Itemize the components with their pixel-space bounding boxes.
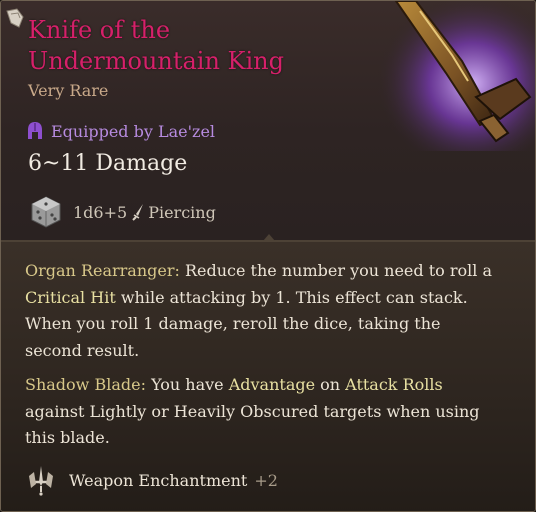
equipped-by-label: Equipped by Lae'zel — [51, 121, 216, 141]
keyword-critical-hit[interactable]: Critical Hit — [25, 288, 116, 307]
damage-type: Piercing — [148, 202, 216, 222]
passive-organ-rearranger: Organ Rearranger: Reduce the number you … — [25, 258, 495, 364]
sword-shield-icon — [29, 466, 53, 496]
passive-text: on — [315, 375, 346, 394]
weapon-enchantment-row: Weapon Enchantment +2 — [25, 463, 278, 497]
helmet-icon — [28, 122, 42, 139]
passive-text: Reduce the number you need to roll a — [179, 261, 492, 280]
corner-tab-icon — [6, 8, 24, 28]
dagger-artwork — [376, 1, 535, 151]
item-rarity: Very Rare — [28, 81, 109, 100]
divider-notch — [263, 234, 275, 241]
item-tooltip: Knife of the Undermountain King Very Rar… — [0, 0, 536, 512]
dagger-icon — [132, 204, 144, 221]
d6-die-icon — [31, 196, 61, 228]
passive-shadow-blade: Shadow Blade: You have Advantage on Atta… — [25, 372, 495, 452]
damage-dice: 1d6+5 — [73, 202, 128, 222]
passive-text: You have — [145, 375, 229, 394]
keyword-attack-rolls[interactable]: Attack Rolls — [345, 375, 443, 394]
item-name: Knife of the Undermountain King — [28, 16, 284, 75]
passive-name: Shadow Blade: — [25, 375, 146, 394]
passive-text: against Lightly or Heavily Obscured targ… — [25, 401, 480, 448]
enchantment-bonus: +2 — [254, 470, 278, 490]
damage-range: 6~11 Damage — [28, 151, 188, 176]
enchantment-label: Weapon Enchantment — [69, 470, 248, 490]
keyword-advantage[interactable]: Advantage — [229, 375, 315, 394]
damage-dice-row: 1d6+5 Piercing — [29, 194, 216, 230]
equipped-by-row: Equipped by Lae'zel — [25, 118, 215, 144]
passive-name: Organ Rearranger: — [25, 261, 180, 280]
